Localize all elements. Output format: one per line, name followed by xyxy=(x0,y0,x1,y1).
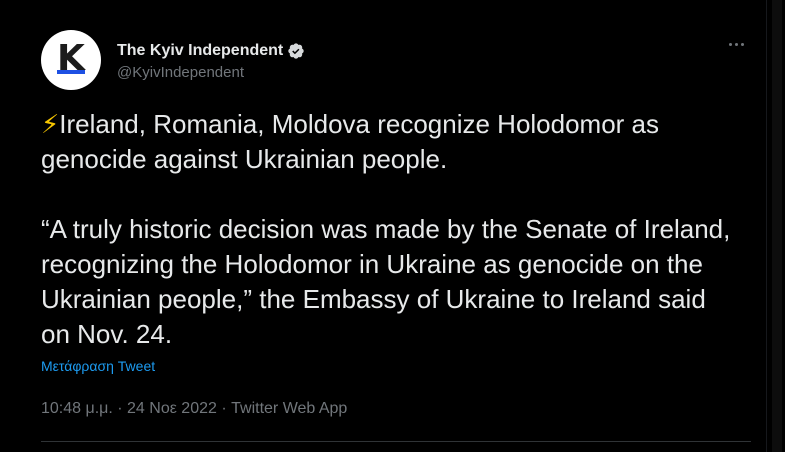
scrollbar[interactable] xyxy=(766,0,785,452)
verified-badge-icon xyxy=(287,42,305,60)
more-dot xyxy=(734,42,738,46)
tweet-paragraph-1-text: Ireland, Romania, Moldova recognize Holo… xyxy=(41,109,660,174)
tweet-paragraph-1: ⚡Ireland, Romania, Moldova recognize Hol… xyxy=(41,107,731,177)
more-options-icon[interactable] xyxy=(724,36,748,52)
more-dot xyxy=(740,42,744,46)
tweet-source[interactable]: Twitter Web App xyxy=(231,400,347,418)
name-row: The Kyiv Independent xyxy=(117,40,305,62)
tweet-paragraph-2: “A truly historic decision was made by t… xyxy=(41,214,731,349)
author-names: The Kyiv Independent @KyivIndependent xyxy=(117,40,305,81)
lightning-icon: ⚡ xyxy=(41,109,60,139)
author-display-name[interactable]: The Kyiv Independent xyxy=(117,42,283,60)
translate-tweet-link[interactable]: Μετάφραση Tweet xyxy=(41,358,155,374)
tweet-header: K The Kyiv Independent @KyivIndependent xyxy=(41,30,305,90)
tweet-date[interactable]: 24 Νοε 2022 xyxy=(127,400,217,418)
scrollbar-thumb[interactable] xyxy=(772,0,782,452)
tweet-time[interactable]: 10:48 μ.μ. xyxy=(41,400,113,418)
author-handle[interactable]: @KyivIndependent xyxy=(117,64,305,81)
tweet-meta: 10:48 μ.μ. · 24 Νοε 2022 · Twitter Web A… xyxy=(41,400,347,418)
more-dot xyxy=(728,42,732,46)
meta-separator: · xyxy=(216,400,232,417)
divider xyxy=(41,441,751,442)
meta-separator: · xyxy=(112,400,128,417)
avatar[interactable]: K xyxy=(41,30,101,90)
tweet-card: K The Kyiv Independent @KyivIndependent … xyxy=(0,0,766,452)
tweet-text: ⚡Ireland, Romania, Moldova recognize Hol… xyxy=(41,107,731,352)
avatar-logo-underline xyxy=(57,70,85,74)
